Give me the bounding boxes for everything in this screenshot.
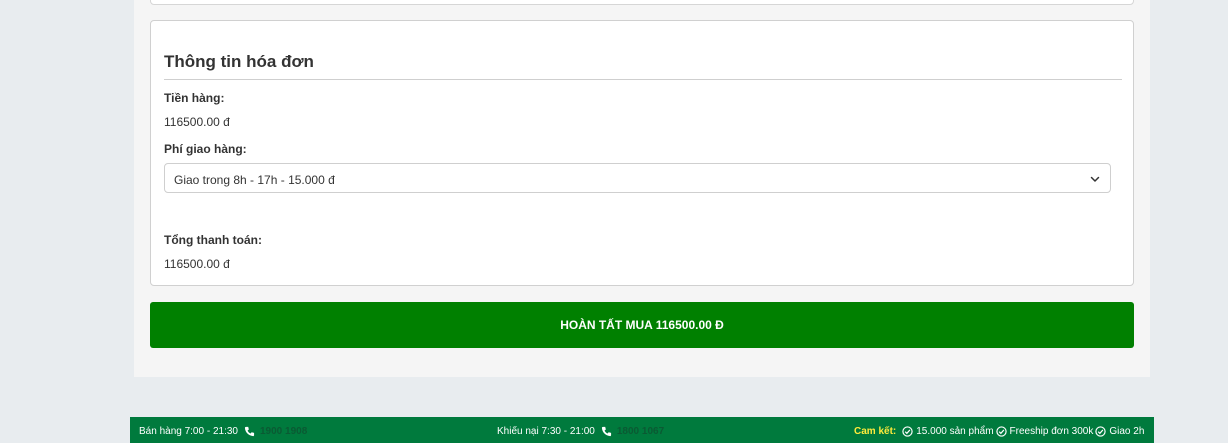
footer-commitments: Cam kết: 15.000 sản phẩm Freeship đơn 30… <box>854 426 1144 437</box>
complaint-phone[interactable]: 1800 1067 <box>617 426 664 437</box>
footer-sales: Bán hàng 7:00 - 21:30 1900 1908 <box>139 426 307 437</box>
phone-icon <box>601 426 611 437</box>
phone-icon <box>244 426 255 437</box>
footer-bar: Bán hàng 7:00 - 21:30 1900 1908 Khiếu nạ… <box>130 417 1154 443</box>
commit-item: 15.000 sản phẩm <box>916 426 994 437</box>
commit-item: Giao 2h <box>1109 426 1145 437</box>
sales-phone[interactable]: 1900 1908 <box>260 426 307 437</box>
invoice-card: Thông tin hóa đơn Tiền hàng: 116500.00 đ… <box>150 20 1134 286</box>
title-divider <box>164 79 1122 80</box>
commit-item: Freeship đơn 300k <box>1009 426 1094 437</box>
check-circle-icon <box>995 426 1007 437</box>
check-circle-icon <box>902 426 913 437</box>
previous-card <box>150 0 1134 5</box>
shipping-select[interactable]: Giao trong 8h - 17h - 15.000 đ <box>164 163 1111 193</box>
sales-hours-text: Bán hàng 7:00 - 21:30 <box>139 426 238 437</box>
shipping-selected-option: Giao trong 8h - 17h - 15.000 đ <box>174 173 335 187</box>
chevron-down-icon <box>1090 176 1100 182</box>
complaint-hours-text: Khiếu nại 7:30 - 21:00 <box>497 426 595 437</box>
total-value: 116500.00 đ <box>164 257 230 271</box>
subtotal-label: Tiền hàng: <box>164 91 225 105</box>
footer-complaint: Khiếu nại 7:30 - 21:00 1800 1067 <box>497 426 664 437</box>
commit-label: Cam kết: <box>854 426 897 437</box>
shipping-label: Phí giao hàng: <box>164 142 247 156</box>
complete-purchase-button[interactable]: HOÀN TẤT MUA 116500.00 Đ <box>150 302 1134 348</box>
total-label: Tổng thanh toán: <box>164 233 262 247</box>
check-circle-icon <box>1095 426 1107 437</box>
invoice-title: Thông tin hóa đơn <box>164 52 314 71</box>
subtotal-value: 116500.00 đ <box>164 115 230 129</box>
